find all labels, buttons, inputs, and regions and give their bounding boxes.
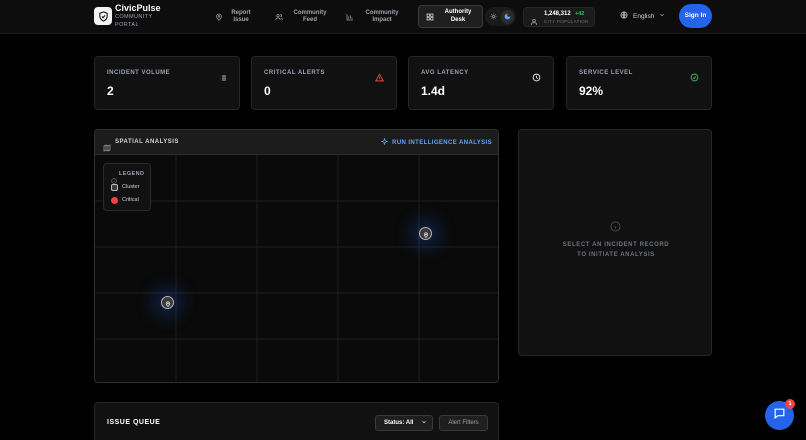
incident-marker[interactable] xyxy=(419,227,432,240)
moon-icon[interactable] xyxy=(500,9,514,24)
spatial-analysis-panel: SPATIAL ANALYSIS RUN INTELLIGENCE ANALYS… xyxy=(94,129,499,383)
legend-item-cluster: Cluster xyxy=(111,183,139,191)
nav-community-impact[interactable]: Community Impact xyxy=(346,7,404,27)
stat-value: 1.4d xyxy=(421,84,446,98)
cluster-marker-icon xyxy=(111,183,118,191)
clock-icon xyxy=(532,69,541,87)
critical-marker-icon xyxy=(111,196,118,204)
spatial-analysis-header: SPATIAL ANALYSIS RUN INTELLIGENCE ANALYS… xyxy=(95,130,498,155)
list-icon xyxy=(219,69,227,87)
top-header: CivicPulse COMMUNITY PORTAL Report Issue… xyxy=(0,0,806,34)
brand-subtitle: COMMUNITY PORTAL xyxy=(115,14,153,28)
grid-icon xyxy=(426,8,434,26)
legend-title: LEGEND xyxy=(119,171,145,177)
run-analysis-label: RUN INTELLIGENCE ANALYSIS xyxy=(392,139,492,146)
status-filter-label: Status: All xyxy=(384,420,414,426)
map-pin-icon xyxy=(423,225,429,243)
chevron-down-icon xyxy=(421,419,427,427)
nav-authority-desk-label: Authority Desk xyxy=(444,9,472,23)
incident-detail-panel: SELECT AN INCIDENT RECORD TO INITIATE AN… xyxy=(518,129,712,356)
stat-card-service-level: SERVICE LEVEL 92% xyxy=(566,56,712,110)
check-circle-icon xyxy=(690,69,699,87)
nav-community-feed-label: Community Feed xyxy=(293,9,327,24)
alert-filters-button[interactable]: Alert Filters xyxy=(439,415,488,431)
legend-label: Cluster xyxy=(122,184,140,190)
nav-community-impact-label: Community Impact xyxy=(365,9,399,24)
chat-bubble-icon xyxy=(773,407,786,425)
stat-value: 0 xyxy=(264,84,271,98)
map-canvas[interactable]: LEGEND Cluster Critical xyxy=(95,155,498,382)
nav-report-issue-label: Report Issue xyxy=(231,9,251,24)
nav-authority-desk[interactable]: Authority Desk xyxy=(418,5,483,28)
issue-queue-title: ISSUE QUEUE xyxy=(107,419,161,426)
population-delta: +42 xyxy=(575,11,585,17)
stat-card-incident-volume: INCIDENT VOLUME 2 xyxy=(94,56,240,110)
stat-title: CRITICAL ALERTS xyxy=(264,70,325,76)
issue-queue-panel: ISSUE QUEUE Status: All Alert Filters xyxy=(94,402,499,440)
status-filter-select[interactable]: Status: All xyxy=(375,415,433,431)
stat-title: INCIDENT VOLUME xyxy=(107,70,171,76)
map-pin-icon xyxy=(165,294,171,312)
brand-name: CivicPulse xyxy=(115,3,161,13)
stat-title: AVG LATENCY xyxy=(421,70,469,76)
stat-title: SERVICE LEVEL xyxy=(579,70,633,76)
stat-value: 92% xyxy=(579,84,604,98)
sign-in-button[interactable]: Sign In xyxy=(679,4,712,28)
alert-triangle-icon xyxy=(374,69,385,87)
map-grid xyxy=(95,155,498,382)
nav-report-issue[interactable]: Report Issue xyxy=(215,7,253,27)
legend-label: Critical xyxy=(122,197,139,203)
stat-value: 2 xyxy=(107,84,114,98)
spatial-analysis-title: SPATIAL ANALYSIS xyxy=(115,139,179,145)
population-value: 1,248,312 xyxy=(544,11,571,17)
sparkle-icon xyxy=(380,137,389,147)
city-population-widget: 1,248,312 +42 CITY POPULATION xyxy=(523,7,595,27)
theme-toggle[interactable] xyxy=(485,7,516,26)
stat-card-critical-alerts: CRITICAL ALERTS 0 xyxy=(251,56,397,110)
language-label: English xyxy=(633,12,655,20)
empty-state-message: SELECT AN INCIDENT RECORD TO INITIATE AN… xyxy=(562,242,670,258)
map-pin-icon xyxy=(215,8,223,26)
chevron-down-icon xyxy=(659,12,665,20)
stat-card-avg-latency: AVG LATENCY 1.4d xyxy=(408,56,554,110)
info-icon xyxy=(610,219,621,237)
user-icon xyxy=(530,13,538,31)
chat-button[interactable]: 1 xyxy=(765,399,795,430)
nav-community-feed[interactable]: Community Feed xyxy=(275,7,331,27)
legend-item-critical: Critical xyxy=(111,196,139,204)
language-selector[interactable]: English xyxy=(620,10,665,22)
shield-logo-icon xyxy=(94,7,112,25)
globe-icon xyxy=(620,11,628,21)
bar-chart-icon xyxy=(346,8,354,26)
sun-icon[interactable] xyxy=(487,10,501,24)
map-legend: LEGEND Cluster Critical xyxy=(103,163,151,211)
run-intelligence-analysis-button[interactable]: RUN INTELLIGENCE ANALYSIS xyxy=(380,137,492,148)
notification-badge: 1 xyxy=(785,399,795,409)
population-label: CITY POPULATION xyxy=(544,19,589,24)
incident-marker[interactable] xyxy=(161,296,174,309)
users-icon xyxy=(275,8,283,26)
